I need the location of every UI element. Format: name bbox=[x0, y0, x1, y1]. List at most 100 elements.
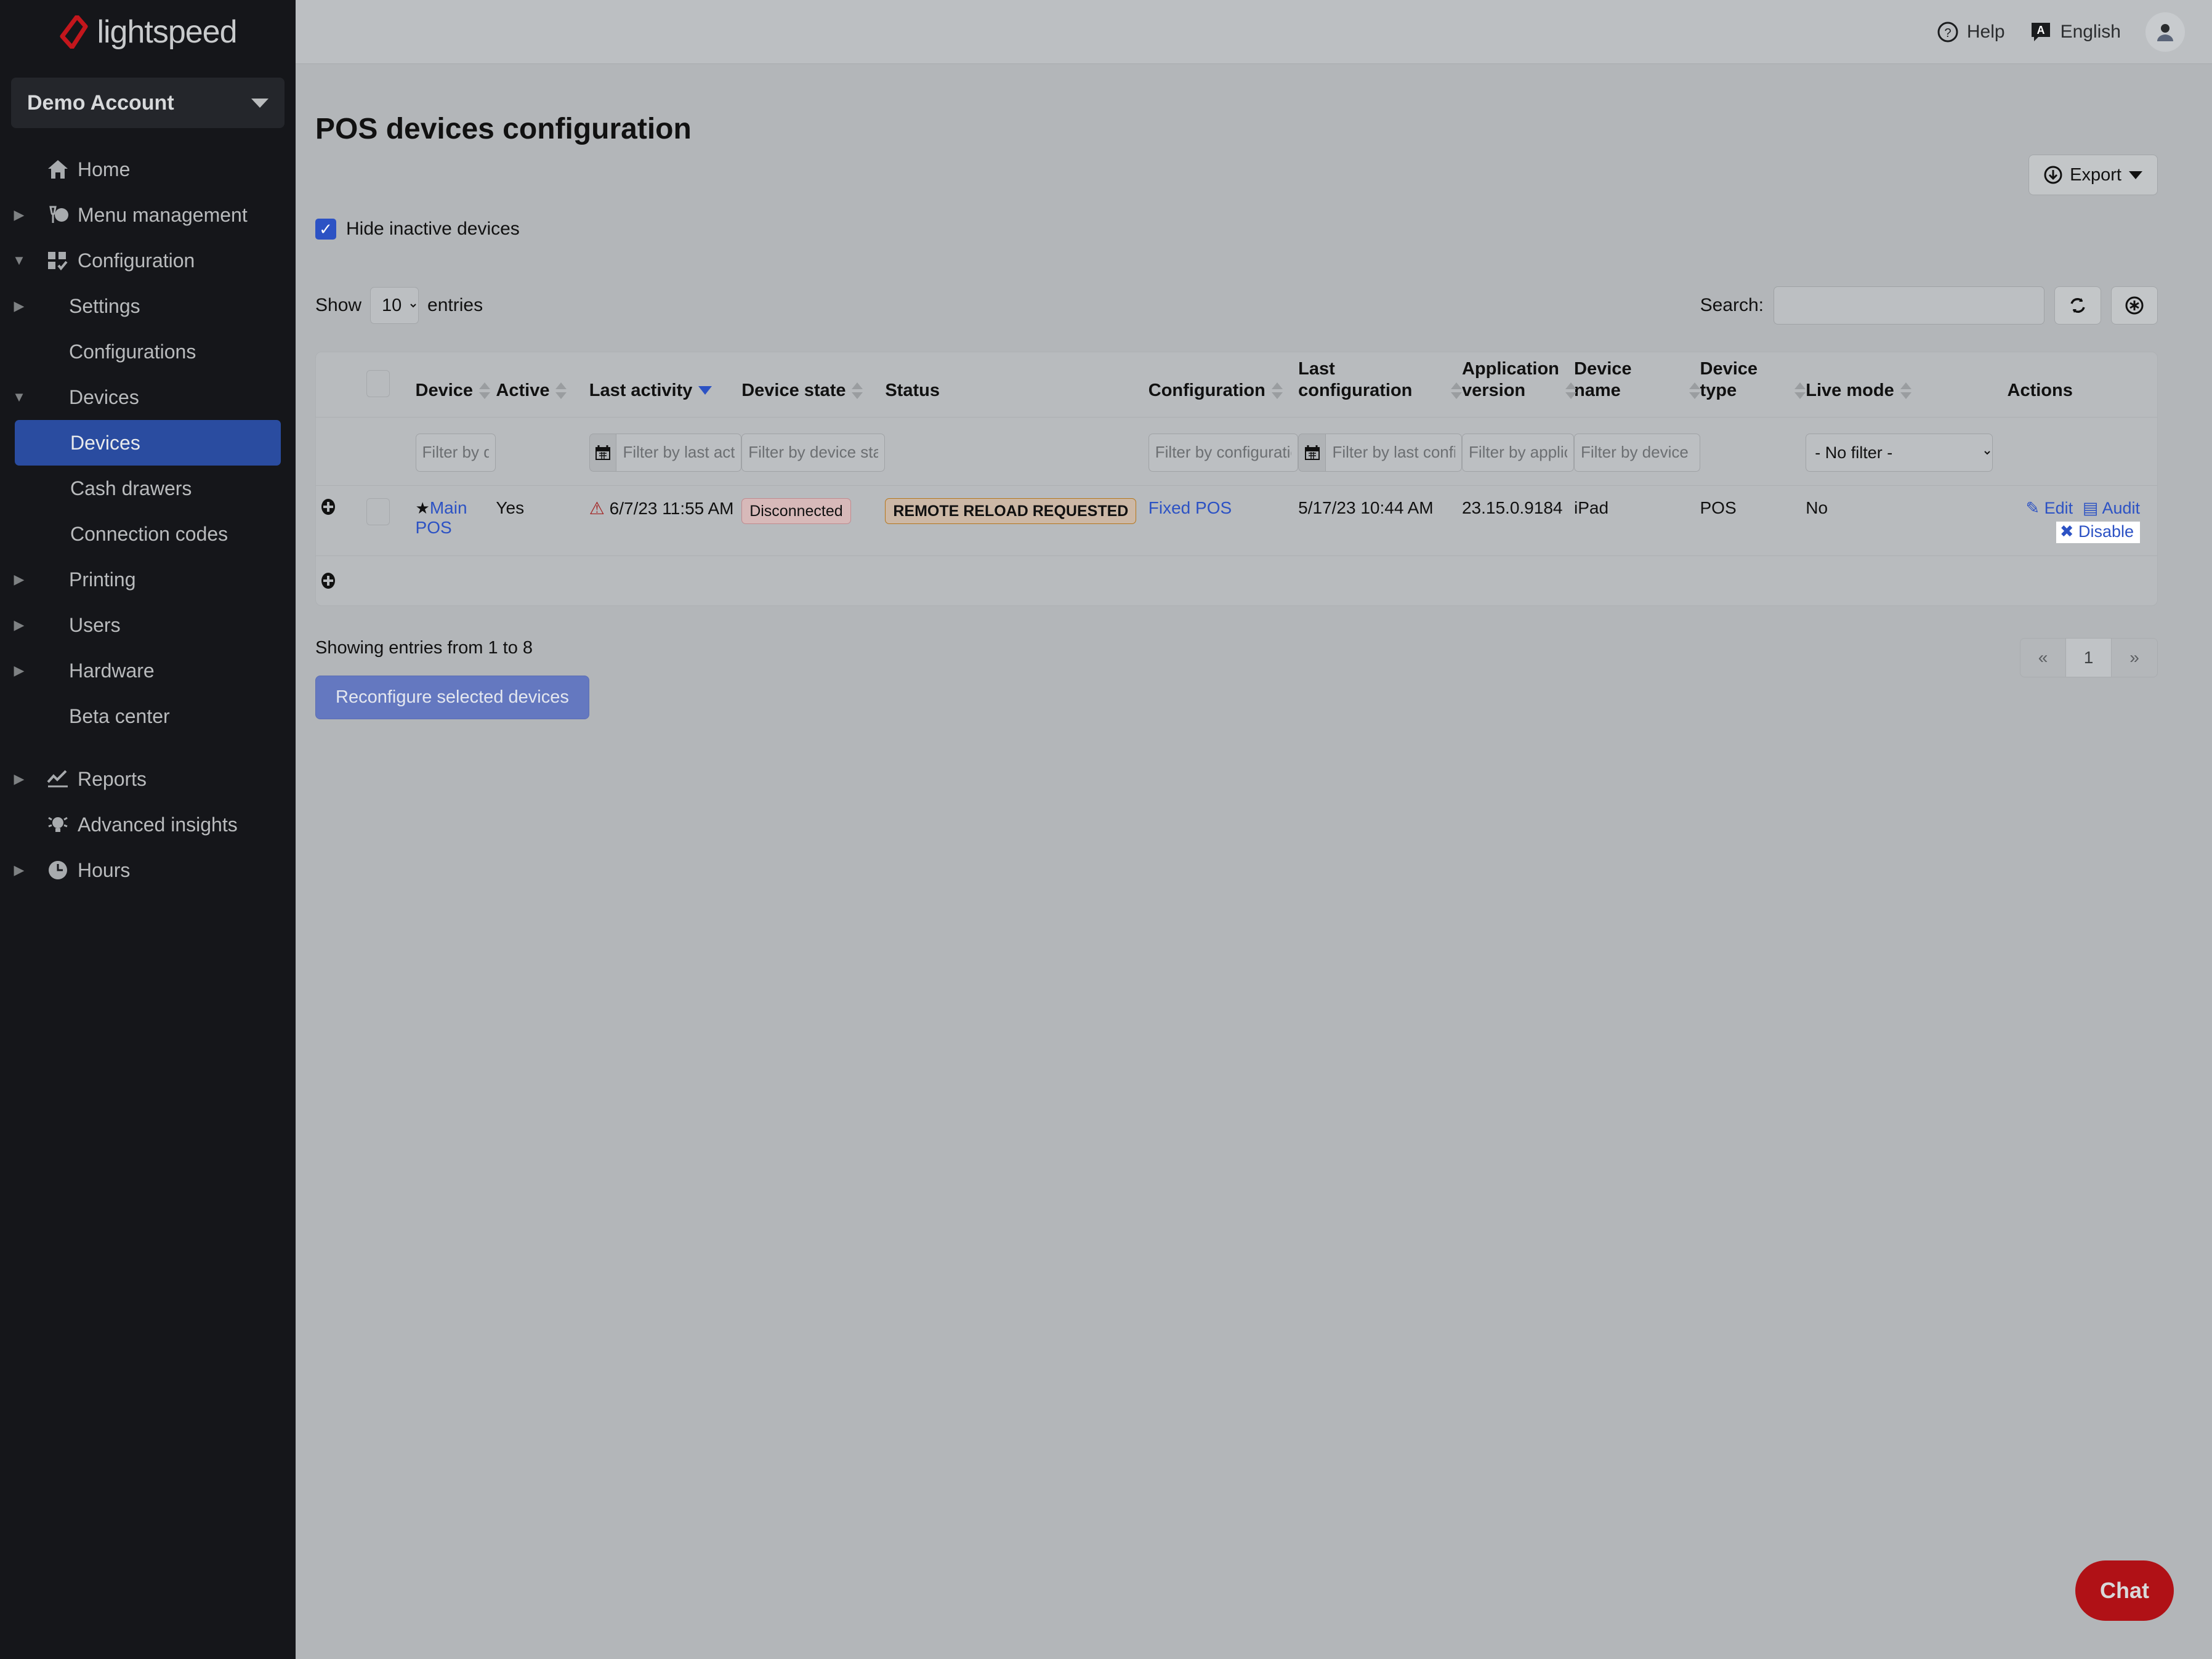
calendar-icon[interactable] bbox=[589, 433, 616, 472]
filter-device-input[interactable] bbox=[415, 433, 496, 472]
th-device-type[interactable]: Device type bbox=[1700, 352, 1806, 417]
sidebar-item-label: Reports bbox=[78, 767, 147, 790]
sidebar-item-users[interactable]: ▶ Users bbox=[0, 602, 296, 648]
filter-configuration-input[interactable] bbox=[1148, 433, 1299, 472]
sidebar-item-hours[interactable]: ▶ Hours bbox=[0, 847, 296, 893]
sidebar: lightspeed Demo Account Home ▶ Menu mana… bbox=[0, 0, 296, 1659]
sidebar-item-label: Home bbox=[78, 158, 131, 180]
sidebar-item-connection-codes[interactable]: Connection codes bbox=[0, 511, 296, 557]
add-device-row[interactable] bbox=[316, 555, 2157, 605]
th-label: Device state bbox=[741, 381, 846, 401]
pagination-last-button[interactable]: » bbox=[2112, 638, 2157, 677]
filter-cell-last-activity bbox=[589, 416, 742, 486]
main-content: POS devices configuration Export ✓ Hide … bbox=[296, 64, 2212, 1659]
sidebar-item-configurations[interactable]: Configurations bbox=[0, 329, 296, 374]
device-name-value: iPad bbox=[1574, 498, 1609, 517]
th-last-activity[interactable]: Last activity bbox=[589, 352, 741, 417]
sort-icon[interactable] bbox=[479, 381, 491, 402]
reconfigure-selected-devices-button[interactable]: Reconfigure selected devices bbox=[315, 675, 589, 719]
filter-row: - No filter - bbox=[316, 416, 2157, 486]
audit-label: Audit bbox=[2102, 498, 2140, 517]
disable-label: Disable bbox=[2078, 522, 2134, 541]
expand-row-icon[interactable] bbox=[320, 498, 366, 515]
disable-action-link[interactable]: ✖ Disable bbox=[2056, 521, 2140, 543]
edit-icon: ✎ bbox=[2025, 498, 2040, 517]
chevron-right-icon: ▶ bbox=[14, 617, 25, 632]
chat-button[interactable]: Chat bbox=[2075, 1560, 2174, 1621]
sidebar-item-configuration[interactable]: ▼ Configuration bbox=[0, 238, 296, 283]
hide-inactive-devices-row: ✓ Hide inactive devices bbox=[315, 219, 2212, 240]
help-button[interactable]: ? Help bbox=[1937, 22, 2005, 42]
sidebar-item-devices-group[interactable]: ▼ Devices bbox=[0, 374, 296, 420]
sidebar-item-cash-drawers[interactable]: Cash drawers bbox=[0, 466, 296, 511]
search-area: Search: bbox=[1700, 286, 2158, 325]
export-button[interactable]: Export bbox=[2028, 155, 2158, 195]
table-row[interactable]: ★Main POS Yes ⚠ 6/7/23 11:55 AM Disconne… bbox=[316, 485, 2157, 556]
cell-device: ★Main POS bbox=[415, 485, 496, 556]
search-input[interactable] bbox=[1774, 286, 2044, 325]
sidebar-item-advanced-insights[interactable]: Advanced insights bbox=[0, 802, 296, 847]
user-avatar[interactable] bbox=[2145, 12, 2185, 52]
sidebar-item-settings[interactable]: ▶ Settings bbox=[0, 283, 296, 329]
sidebar-item-hardware[interactable]: ▶ Hardware bbox=[0, 648, 296, 693]
language-selector[interactable]: A English bbox=[2030, 21, 2121, 43]
filter-device-state-input[interactable] bbox=[741, 433, 886, 472]
th-last-configuration[interactable]: Last configuration bbox=[1298, 352, 1462, 417]
th-application-version[interactable]: Application version bbox=[1462, 352, 1576, 417]
sort-icon[interactable] bbox=[1450, 381, 1462, 402]
filter-last-configuration-input[interactable] bbox=[1325, 433, 1462, 472]
calendar-icon[interactable] bbox=[1298, 433, 1326, 472]
sidebar-item-home[interactable]: Home bbox=[0, 147, 296, 192]
filter-live-mode-select[interactable]: - No filter - bbox=[1806, 433, 1993, 472]
pagination-page-1[interactable]: 1 bbox=[2066, 638, 2112, 677]
brand-logo[interactable]: lightspeed bbox=[0, 0, 296, 64]
sidebar-item-beta-center[interactable]: Beta center bbox=[0, 693, 296, 739]
th-device[interactable]: Device bbox=[416, 352, 496, 417]
row-checkbox[interactable] bbox=[366, 498, 390, 525]
pagination-first-button[interactable]: « bbox=[2020, 638, 2066, 677]
filter-device-name-input[interactable] bbox=[1574, 433, 1700, 472]
refresh-button[interactable] bbox=[2054, 286, 2101, 325]
edit-action-link[interactable]: ✎ Edit bbox=[2025, 499, 2073, 517]
th-label: Last activity bbox=[589, 381, 693, 401]
devices-table: - No filter - Device bbox=[315, 352, 2158, 606]
account-switcher[interactable]: Demo Account bbox=[11, 78, 285, 128]
sort-icon-desc-active[interactable] bbox=[698, 381, 712, 402]
th-device-state[interactable]: Device state bbox=[741, 352, 885, 417]
sidebar-item-label: Cash drawers bbox=[70, 477, 192, 499]
hide-inactive-devices-checkbox[interactable]: ✓ bbox=[315, 219, 336, 240]
sidebar-item-printing[interactable]: ▶ Printing bbox=[0, 557, 296, 602]
page-size-select[interactable]: 10 bbox=[370, 287, 419, 324]
filter-cell-application-version bbox=[1461, 416, 1574, 486]
sort-icon[interactable] bbox=[1271, 381, 1283, 402]
footer-left: Showing entries from 1 to 8 Reconfigure … bbox=[315, 638, 589, 719]
select-all-checkbox[interactable] bbox=[366, 369, 390, 397]
th-label: Active bbox=[496, 381, 550, 401]
sort-icon[interactable] bbox=[1794, 381, 1806, 402]
sort-icon[interactable] bbox=[555, 381, 567, 402]
th-configuration[interactable]: Configuration bbox=[1148, 352, 1298, 417]
filter-cell-device-name bbox=[1574, 416, 1700, 486]
showing-entries-label: Showing entries from 1 to 8 bbox=[315, 637, 533, 658]
chevron-down-icon: ▼ bbox=[12, 252, 26, 268]
configuration-link[interactable]: Fixed POS bbox=[1148, 498, 1232, 517]
sidebar-item-devices[interactable]: Devices bbox=[15, 420, 281, 466]
top-header-bar: ? Help A English bbox=[296, 0, 2212, 64]
sort-icon[interactable] bbox=[1565, 381, 1576, 402]
th-active[interactable]: Active bbox=[496, 352, 589, 417]
sort-icon[interactable] bbox=[852, 381, 863, 402]
sidebar-item-reports[interactable]: ▶ Reports bbox=[0, 756, 296, 802]
filter-last-activity-input[interactable] bbox=[616, 433, 742, 472]
th-live-mode[interactable]: Live mode bbox=[1806, 352, 2007, 417]
brand-name: lightspeed bbox=[97, 14, 237, 50]
sort-icon[interactable] bbox=[1900, 381, 1911, 402]
filter-cell-active bbox=[496, 416, 589, 486]
filter-application-version-input[interactable] bbox=[1461, 433, 1574, 472]
clear-filters-button[interactable] bbox=[2111, 286, 2158, 325]
chevron-right-icon: ▶ bbox=[14, 771, 25, 786]
th-device-name[interactable]: Device name bbox=[1574, 352, 1700, 417]
add-device-icon[interactable] bbox=[320, 572, 2157, 589]
sidebar-item-menu-management[interactable]: ▶ Menu management bbox=[0, 192, 296, 238]
audit-action-link[interactable]: ▤ Audit bbox=[2083, 499, 2140, 517]
sort-icon[interactable] bbox=[1689, 381, 1700, 402]
